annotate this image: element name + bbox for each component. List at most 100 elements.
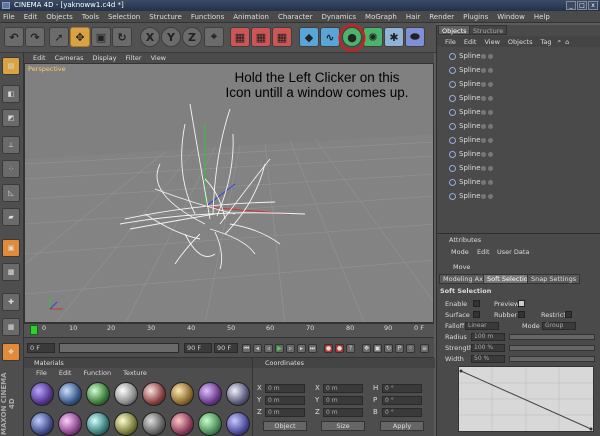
use-object-axis-icon[interactable]: ⟂ [2, 136, 20, 154]
visibility-dot[interactable] [481, 110, 486, 115]
strength-slider[interactable] [509, 345, 595, 351]
redo-icon[interactable]: ↷ [25, 27, 45, 47]
menu-objects[interactable]: Objects [46, 13, 72, 21]
minimize-button[interactable]: _ [566, 1, 576, 10]
width-field[interactable]: 50 % [471, 355, 505, 363]
objects-menu-objects[interactable]: Objects [508, 38, 533, 46]
use-model-mode-icon[interactable]: ▤ [2, 57, 20, 75]
radius-slider[interactable] [509, 334, 595, 340]
menu-mograph[interactable]: MoGraph [365, 13, 397, 21]
material-swatch[interactable] [86, 382, 110, 406]
size-z-field[interactable]: 0 m [323, 408, 363, 417]
rotation-b-field[interactable]: 0 ° [382, 408, 422, 417]
list-item[interactable]: Spline [437, 191, 600, 202]
material-swatch[interactable] [58, 412, 82, 436]
render-dot[interactable] [488, 110, 493, 115]
visibility-dot[interactable] [481, 152, 486, 157]
autokey-icon[interactable]: ● [335, 344, 344, 353]
x-axis-lock-button[interactable]: X [140, 27, 160, 47]
falloff-curve-graph[interactable] [458, 366, 594, 432]
position-y-field[interactable]: 0 m [265, 396, 305, 405]
prev-key-icon[interactable]: ◂ [253, 344, 262, 353]
menu-structure[interactable]: Structure [149, 13, 182, 21]
radius-field[interactable]: 100 m [471, 333, 505, 341]
render-dot[interactable] [488, 194, 493, 199]
preview-checkbox[interactable] [518, 300, 525, 307]
scale-key-icon[interactable]: ▣ [373, 344, 382, 353]
menu-edit[interactable]: Edit [24, 13, 38, 21]
list-item[interactable]: Spline [437, 93, 600, 104]
next-key-icon[interactable]: ▸ [297, 344, 306, 353]
viewport-menu-edit[interactable]: Edit [33, 54, 46, 62]
objects-menu-tag[interactable]: Tag [540, 38, 551, 46]
scale-tool-icon[interactable]: ▣ [91, 27, 111, 47]
edges-mode-icon[interactable]: ◺ [2, 184, 20, 202]
perspective-viewport[interactable]: Perspective Hold the Left Clicker on thi… [24, 63, 434, 323]
attr-menu-edit[interactable]: Edit [477, 248, 490, 256]
strength-field[interactable]: 100 % [471, 344, 505, 352]
list-item[interactable]: Spline [437, 51, 600, 62]
list-item[interactable]: Spline [437, 121, 600, 132]
visibility-dot[interactable] [481, 180, 486, 185]
rubber-checkbox[interactable] [518, 311, 525, 318]
deformer-icon[interactable]: ✱ [384, 27, 404, 47]
tab-structure[interactable]: Structure [469, 25, 508, 35]
z-axis-lock-button[interactable]: Z [182, 27, 202, 47]
material-swatch[interactable] [170, 382, 194, 406]
materials-menu-file[interactable]: File [36, 369, 47, 379]
material-swatch[interactable] [142, 382, 166, 406]
materials-menu-texture[interactable]: Texture [123, 369, 147, 379]
start-frame-field[interactable]: 0 F [27, 343, 55, 353]
home-icon[interactable]: ⌂ [565, 38, 569, 46]
move-tool-icon[interactable]: ✥ [70, 27, 90, 47]
menu-hair[interactable]: Hair [406, 13, 420, 21]
objects-menu-view[interactable]: View [484, 38, 499, 46]
menu-window[interactable]: Window [497, 13, 525, 21]
material-swatch[interactable] [198, 382, 222, 406]
use-object-tool-icon[interactable]: ◧ [2, 85, 20, 103]
render-dot[interactable] [488, 152, 493, 157]
render-dot[interactable] [488, 166, 493, 171]
menu-functions[interactable]: Functions [191, 13, 224, 21]
rotate-tool-icon[interactable]: ↻ [112, 27, 132, 47]
next-frame-icon[interactable]: ▹ [286, 344, 295, 353]
menu-animation[interactable]: Animation [233, 13, 269, 21]
rotation-h-field[interactable]: 0 ° [382, 384, 422, 393]
render-dot[interactable] [488, 96, 493, 101]
material-swatch[interactable] [142, 412, 166, 436]
select-cursor-icon[interactable]: ➚ [49, 27, 69, 47]
goto-start-icon[interactable]: ⏮ [242, 344, 251, 353]
render-dot[interactable] [488, 180, 493, 185]
materials-menu-edit[interactable]: Edit [59, 369, 72, 379]
polygons-mode-icon[interactable]: ▰ [2, 208, 20, 226]
size-y-field[interactable]: 0 m [323, 396, 363, 405]
rotation-key-icon[interactable]: ↻ [384, 344, 393, 353]
point-level-key-icon[interactable]: ⁘ [406, 344, 415, 353]
menu-character[interactable]: Character [278, 13, 313, 21]
y-axis-lock-button[interactable]: Y [161, 27, 181, 47]
play-icon[interactable]: ▶ [275, 344, 284, 353]
record-icon[interactable]: ● [324, 344, 333, 353]
tab-snap-settings[interactable]: Snap Settings [527, 274, 581, 284]
menu-tools[interactable]: Tools [82, 13, 99, 21]
max-frame-field[interactable]: 90 F [214, 343, 238, 353]
material-swatch[interactable] [58, 382, 82, 406]
mode-dropdown[interactable]: Group [542, 322, 576, 330]
list-item[interactable]: Spline [437, 79, 600, 90]
render-dot[interactable] [488, 68, 493, 73]
viewport-menu-cameras[interactable]: Cameras [55, 54, 84, 62]
snapping-icon[interactable]: ✚ [2, 293, 20, 311]
materials-menu-function[interactable]: Function [83, 369, 111, 379]
coordinate-system-icon[interactable]: ⌖ [204, 27, 224, 47]
material-swatch[interactable] [114, 412, 138, 436]
size-mode-dropdown[interactable]: Size [321, 421, 365, 431]
menu-help[interactable]: Help [534, 13, 550, 21]
menu-file[interactable]: File [3, 13, 15, 21]
material-swatch[interactable] [170, 412, 194, 436]
menu-dynamics[interactable]: Dynamics [322, 13, 357, 21]
visibility-dot[interactable] [481, 82, 486, 87]
visibility-dot[interactable] [481, 138, 486, 143]
list-item[interactable]: Spline [437, 107, 600, 118]
cube-primitive-icon[interactable]: ◆ [299, 27, 319, 47]
menu-plugins[interactable]: Plugins [463, 13, 488, 21]
